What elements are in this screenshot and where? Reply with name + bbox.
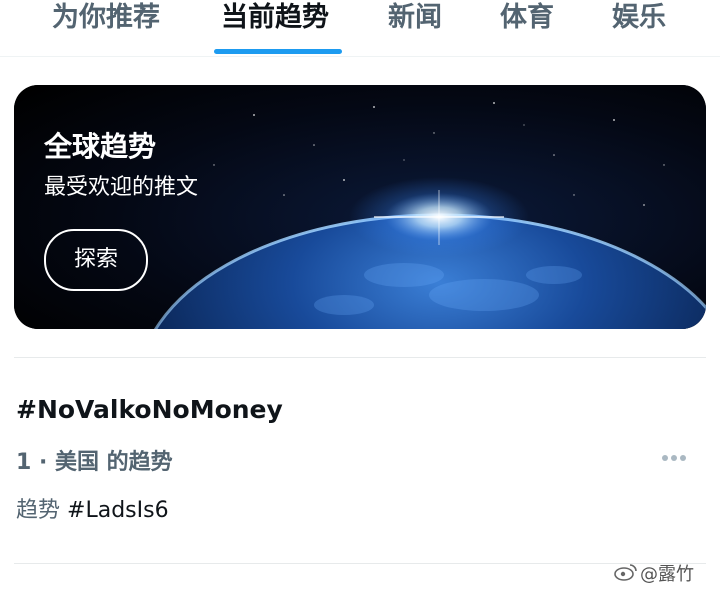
earth-from-space-image [14, 85, 706, 329]
active-tab-indicator [214, 49, 342, 54]
banner-subtitle: 最受欢迎的推文 [44, 175, 199, 200]
trend-related: 趋势 #LadsIs6 [16, 492, 169, 524]
tab-bar: 为你推荐 当前趋势 新闻 体育 娱乐 [0, 0, 720, 57]
tab-sports[interactable]: 体育 [500, 0, 554, 36]
more-horizontal-icon[interactable] [656, 446, 692, 470]
tab-entertainment[interactable]: 娱乐 [612, 0, 666, 36]
tab-news[interactable]: 新闻 [388, 0, 442, 36]
trend-meta: 1 · 美国 的趋势 [16, 450, 173, 475]
watermark-text: @露竹 [640, 564, 694, 585]
tab-for-you[interactable]: 为你推荐 [52, 0, 160, 36]
trend-related-prefix: 趋势 [16, 498, 61, 523]
divider [14, 357, 706, 358]
trend-related-tag[interactable]: #LadsIs6 [67, 498, 169, 523]
banner-title: 全球趋势 [44, 130, 157, 163]
trend-title: #NoValkoNoMoney [16, 395, 283, 424]
tab-trending[interactable]: 当前趋势 [221, 0, 329, 36]
weibo-icon [614, 564, 637, 581]
explore-button[interactable]: 探索 [44, 229, 148, 291]
divider [14, 563, 706, 564]
global-trends-banner[interactable]: 全球趋势 最受欢迎的推文 探索 [14, 85, 706, 329]
